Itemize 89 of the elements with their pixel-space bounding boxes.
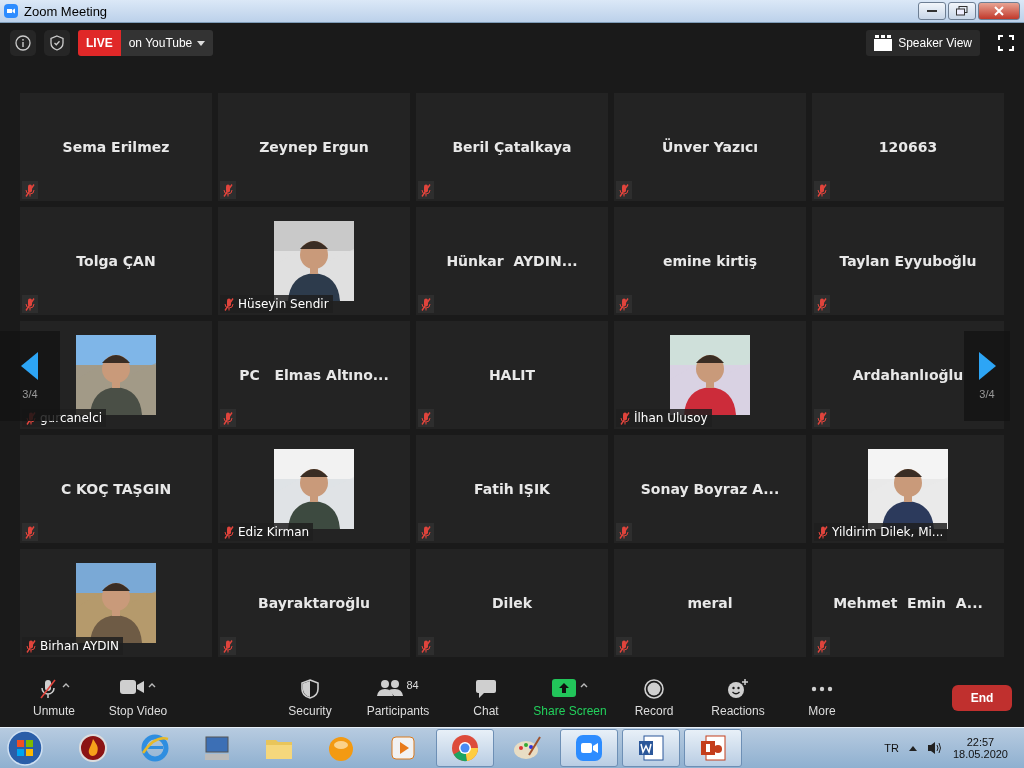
participant-name: emine kirtiş [662,253,758,269]
participant-name: Yildirim Dilek, Mi... [832,525,944,539]
end-button[interactable]: End [952,685,1012,711]
fullscreen-icon[interactable] [998,35,1014,51]
previous-page-arrow[interactable] [21,352,39,380]
participant-name: Fatih IŞIK [474,481,550,497]
muted-mic-icon [620,411,630,425]
tray-up-arrow-icon[interactable] [908,745,917,751]
participant-name: Hüseyin Sendir [238,297,329,311]
speaker-icon[interactable] [926,741,943,755]
participant-name: Sema Erilmez [62,139,170,155]
info-button[interactable] [10,30,36,56]
participant-name: Dilek [492,595,532,611]
share-screen-icon [551,678,576,697]
share-toolbar-button[interactable]: Share Screen [528,673,612,723]
restore-icon [956,6,968,16]
video-camera-icon[interactable] [574,733,604,763]
flame-icon[interactable] [78,733,108,763]
window-title: Zoom Meeting [24,3,109,19]
dropdown-caret-icon [197,40,206,46]
muted-mic-icon [26,639,36,653]
participant-name: Mehmet Emin A... [833,595,983,611]
muted-mic-icon [818,525,828,539]
smiley-plus-icon [727,678,749,699]
media-player-icon[interactable] [388,733,418,763]
page-indicator: 3/4 [979,388,995,400]
speaker-view-icon [874,35,893,51]
people-toolbar-button[interactable]: 84 Participants [352,673,444,723]
minimize-button[interactable] [918,2,946,20]
participant-name: C KOÇ TAŞGIN [60,481,172,497]
record-icon [644,678,664,699]
computer-icon[interactable] [202,733,232,763]
participant-name: Bayraktaroğlu [258,595,370,611]
participant-name: İlhan Ulusoy [634,411,708,425]
language-indicator[interactable]: TR [884,742,899,754]
reactions-toolbar-button[interactable]: Reactions [696,673,780,723]
next-page-arrow[interactable] [978,352,996,380]
participant-name: gurcanelci [40,411,103,425]
participant-name: Sonay Boyraz A... [640,481,780,497]
clock-time: 22:57 [966,736,995,748]
participant-name: Zeynep Ergun [259,139,369,155]
muted-mic-icon [224,525,234,539]
people-icon [377,678,404,697]
info-icon [15,35,31,51]
participant-name: Birhan AYDIN [40,639,120,653]
more-toolbar-button[interactable]: More [780,673,864,723]
live-badge: LIVE [78,30,121,56]
start-button[interactable] [6,729,44,767]
participant-name: Ünver Yazıcı [661,139,759,155]
taskbar-app-button[interactable] [436,729,494,767]
document-w-icon[interactable] [636,733,666,763]
chat-toolbar-button[interactable]: Chat [444,673,528,723]
muted-mic-icon [224,297,234,311]
shield-toolbar-button[interactable]: Security [268,673,352,723]
record-toolbar-button[interactable]: Record [612,673,696,723]
speaker-view-button[interactable]: Speaker View [866,30,980,56]
restore-button[interactable] [948,2,976,20]
chat-bubble-icon [475,678,497,699]
muted-mic-icon [37,678,58,699]
participant-name: Ediz Kirman [238,525,310,539]
video-toolbar-button[interactable]: Stop Video [96,673,180,723]
participant-name: Taylan Eyyuboğlu [839,253,977,269]
participant-name: Hünkar AYDIN... [446,253,578,269]
shield-icon [301,678,319,699]
slides-p-icon[interactable] [698,733,728,763]
clock-date: 18.05.2020 [952,748,1008,760]
more-dots-icon [811,685,833,692]
taskbar-app-button[interactable] [684,729,742,767]
shield-button[interactable] [44,30,70,56]
participant-name: PC Elmas Altıno... [239,367,389,383]
participant-count: 84 [406,678,419,691]
participant-name: Beril Çatalkaya [452,139,572,155]
participant-name: Ardahanlıoğlu [852,367,964,383]
stream-target-dropdown[interactable]: on YouTube [120,30,214,56]
taskbar-app-button[interactable] [560,729,618,767]
close-icon [994,6,1004,16]
close-button[interactable] [978,2,1020,20]
minimize-icon [927,9,937,13]
taskbar-app-button[interactable] [622,729,680,767]
shield-check-icon [49,35,65,51]
mic-toolbar-button[interactable]: Unmute [12,673,96,723]
participant-name: HALIT [488,367,536,383]
round-browser-icon[interactable] [450,733,480,763]
participant-name: meral [687,595,733,611]
participant-name: Tolga ÇAN [76,253,156,269]
page-indicator: 3/4 [22,388,38,400]
video-camera-icon [119,678,144,695]
participant-name: 120663 [878,139,938,155]
app-camera-icon [4,4,18,18]
